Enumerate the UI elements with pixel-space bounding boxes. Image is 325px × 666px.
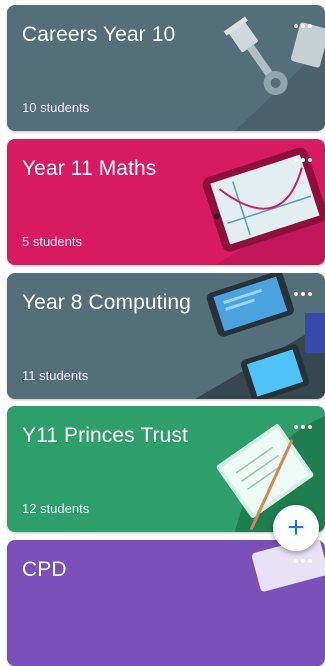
add-class-button[interactable]: + — [273, 505, 319, 551]
class-card-year-8-computing[interactable]: Year 8 Computing 11 students — [7, 273, 325, 399]
plus-icon: + — [287, 511, 305, 544]
more-options-icon[interactable] — [291, 153, 315, 167]
more-options-icon[interactable] — [291, 554, 315, 568]
more-options-icon[interactable] — [291, 420, 315, 434]
student-count: 11 students — [22, 368, 89, 383]
student-count: 5 students — [22, 234, 82, 249]
class-card-careers-year-10[interactable]: Careers Year 10 10 students — [7, 5, 325, 131]
class-title[interactable]: Year 8 Computing — [22, 291, 191, 315]
student-count: 10 students — [22, 100, 90, 115]
class-card-year-11-maths[interactable]: Year 11 Maths 5 students — [7, 139, 325, 265]
class-title[interactable]: CPD — [22, 558, 67, 582]
class-title[interactable]: Careers Year 10 — [22, 23, 175, 47]
student-count: 12 students — [22, 501, 90, 516]
class-title[interactable]: Year 11 Maths — [22, 157, 156, 181]
class-title[interactable]: Y11 Princes Trust — [22, 424, 188, 448]
more-options-icon[interactable] — [291, 19, 315, 33]
class-card-cpd[interactable]: CPD — [7, 540, 325, 666]
more-options-icon[interactable] — [291, 287, 315, 301]
